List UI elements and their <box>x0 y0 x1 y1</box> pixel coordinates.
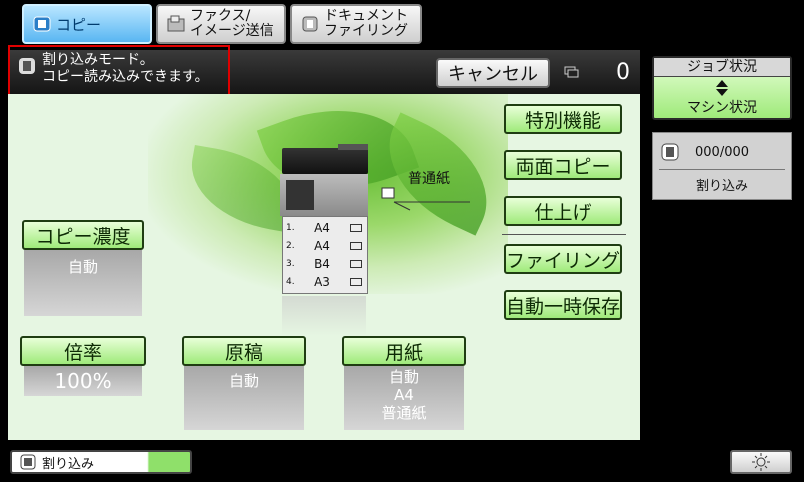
copy-icon <box>33 16 51 32</box>
switch-arrows-icon <box>716 80 728 96</box>
tab-fax-label-1: ファクス/ <box>190 8 251 24</box>
job-status-label: ジョブ状況 <box>654 58 790 77</box>
copy-density-value-text: 自動 <box>67 258 98 276</box>
tray-4[interactable]: 4. A3 <box>283 275 367 289</box>
tab-document-filing[interactable]: ドキュメント ファイリング <box>290 4 422 44</box>
copy-density-button[interactable]: コピー濃度 <box>22 220 144 250</box>
cancel-button[interactable]: キャンセル <box>436 58 550 88</box>
tray-1-size: A4 <box>314 221 330 235</box>
tray-1[interactable]: 1. A4 <box>283 221 367 235</box>
paper-value: 自動 A4 普通紙 <box>344 366 464 430</box>
fax-icon <box>167 15 185 32</box>
queue-count: 000/000 <box>695 145 750 160</box>
tab-fax-label-2: イメージ送信 <box>190 23 274 39</box>
copy-count: 0 <box>616 60 630 85</box>
status-message-line1: 割り込みモード。 <box>42 52 154 68</box>
original-value: 自動 <box>184 366 304 430</box>
paper-icon <box>350 278 362 286</box>
tray-3-num: 3. <box>286 259 295 269</box>
brightness-icon <box>752 453 770 471</box>
tray-4-size: A3 <box>314 275 330 289</box>
copy-icon <box>20 454 36 470</box>
job-queue-panel[interactable]: 000/000 割り込み <box>652 132 792 200</box>
queue-divider <box>659 169 785 170</box>
machine-illustration: 1. A4 2. A4 3. B4 4. A3 <box>278 144 378 344</box>
tray-2-num: 2. <box>286 241 295 251</box>
interrupt-status-label: 割り込み <box>42 456 95 472</box>
tray-3-size: B4 <box>314 257 330 271</box>
paper-value-line2: A4 <box>394 386 414 404</box>
document-filing-icon <box>302 16 318 32</box>
paper-icon <box>350 260 362 268</box>
scanner-unit <box>282 148 368 174</box>
interrupt-status[interactable]: 割り込み <box>10 450 192 474</box>
tab-fax-image-send[interactable]: ファクス/イメージ送信 <box>156 4 286 44</box>
bypass-paper-type: 普通紙 <box>408 171 450 187</box>
original-value-text: 自動 <box>228 372 259 390</box>
machine-status-label: マシン状況 <box>687 100 757 116</box>
paper-trays: 1. A4 2. A4 3. B4 4. A3 <box>282 216 368 294</box>
tab-filing-label-2: ファイリング <box>324 23 408 39</box>
brightness-button[interactable] <box>730 450 792 474</box>
copy-density-value: 自動 <box>24 250 142 316</box>
tab-filing-label-1: ドキュメント <box>324 8 408 24</box>
divider <box>502 234 626 235</box>
queue-label: 割り込み <box>695 179 748 194</box>
tab-copy-label: コピー <box>56 15 102 34</box>
main-panel: 1. A4 2. A4 3. B4 4. A3 普通紙 特別機能 両面コピー 仕上げ フ… <box>8 94 640 440</box>
job-status-button[interactable]: ジョブ状況 マシン状況 <box>652 56 792 120</box>
original-button[interactable]: 原稿 <box>182 336 306 366</box>
paper-button[interactable]: 用紙 <box>342 336 466 366</box>
auto-temp-save-button[interactable]: 自動一時保存 <box>504 290 622 320</box>
paper-value-line1: 自動 <box>388 368 419 386</box>
tab-copy[interactable]: コピー <box>22 4 152 44</box>
tray-4-num: 4. <box>286 277 295 287</box>
tray-1-num: 1. <box>286 223 295 233</box>
paper-icon <box>350 242 362 250</box>
bypass-tray-icon[interactable] <box>380 186 470 212</box>
ratio-value: 100% <box>24 366 142 396</box>
status-message-line2: コピー読み込みできます。 <box>42 69 209 85</box>
tray-2-size: A4 <box>314 239 330 253</box>
status-message: 割り込みモード。 コピー読み込みできます。 <box>8 45 230 101</box>
duplex-copy-button[interactable]: 両面コピー <box>504 150 622 180</box>
copy-mode-icon <box>19 58 35 74</box>
finishing-button[interactable]: 仕上げ <box>504 196 622 226</box>
special-functions-button[interactable]: 特別機能 <box>504 104 622 134</box>
ratio-button[interactable]: 倍率 <box>20 336 146 366</box>
tray-3[interactable]: 3. B4 <box>283 257 367 271</box>
paper-icon <box>350 224 362 232</box>
copies-icon <box>564 66 579 78</box>
copy-job-icon <box>661 143 679 161</box>
tray-2[interactable]: 2. A4 <box>283 239 367 253</box>
paper-value-line3: 普通紙 <box>381 404 427 422</box>
filing-button[interactable]: ファイリング <box>504 244 622 274</box>
